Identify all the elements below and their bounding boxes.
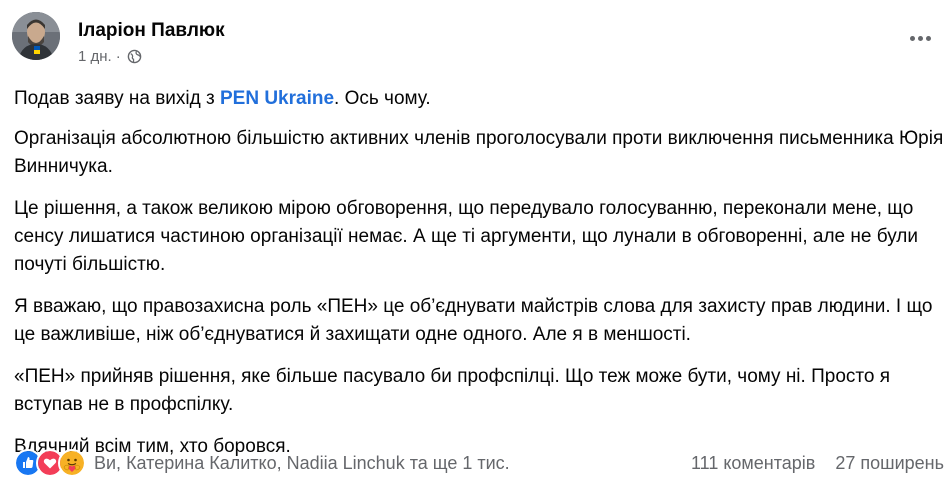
more-options-icon[interactable]	[904, 26, 936, 50]
paragraph-3: Це рішення, а також великою мірою обгово…	[14, 198, 918, 275]
paragraph-1: Подав заяву на вихід з PEN Ukraine. Ось …	[14, 85, 944, 113]
shares-count[interactable]: 27 поширень	[835, 453, 944, 474]
paragraph-5: «ПЕН» прийняв рішення, яке більше пасува…	[14, 366, 891, 415]
comments-count[interactable]: 111 коментарів	[691, 453, 815, 474]
paragraph-2: Організація абсолютною більшістю активни…	[14, 128, 944, 177]
reaction-icons[interactable]	[14, 449, 86, 477]
author-name[interactable]: Іларіон Павлюк	[78, 20, 225, 42]
engagement-counts: 111 коментарів 27 поширень	[691, 453, 944, 474]
reactors-summary[interactable]: Ви, Катерина Калитко, Nadiia Linchuk та …	[94, 453, 510, 474]
more-dot	[909, 35, 915, 41]
author-avatar[interactable]	[12, 12, 60, 60]
post-footer: Ви, Катерина Калитко, Nadiia Linchuk та …	[14, 449, 944, 477]
more-dot	[925, 35, 931, 41]
post-body: Подав заяву на вихід з PEN Ukraine. Ось …	[14, 85, 944, 475]
post-meta: 1 дн. ·	[78, 48, 142, 65]
paragraph-1-end: . Ось чому.	[334, 88, 431, 109]
post-timestamp[interactable]: 1 дн.	[78, 48, 112, 65]
pen-ukraine-link[interactable]: PEN Ukraine	[220, 88, 334, 109]
meta-separator: ·	[115, 48, 121, 65]
paragraph-1-start: Подав заяву на вихід з	[14, 88, 220, 109]
author-photo	[12, 12, 60, 60]
more-dot	[917, 35, 923, 41]
care-icon	[58, 449, 86, 477]
globe-icon[interactable]	[127, 49, 142, 64]
paragraph-4: Я вважаю, що правозахисна роль «ПЕН» це …	[14, 296, 933, 345]
